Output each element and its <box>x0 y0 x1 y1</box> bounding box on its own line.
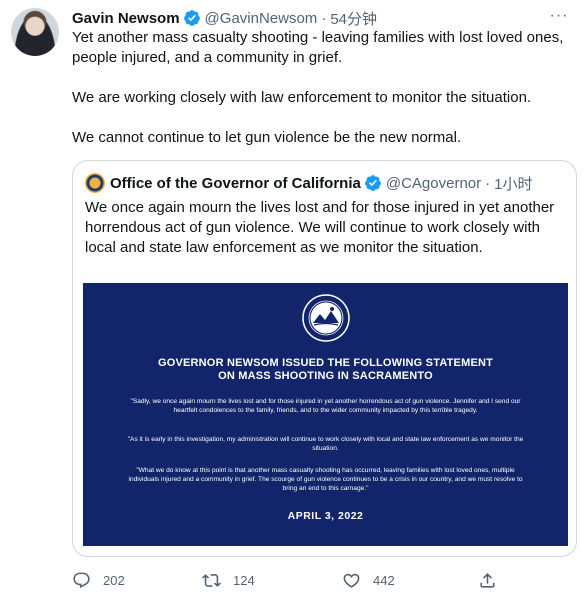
statement-date: APRIL 3, 2022 <box>287 510 364 522</box>
more-options-button[interactable]: ··· <box>547 6 571 26</box>
retweet-count: 124 <box>233 572 255 588</box>
statement-paragraph-1: "Sadly, we once again mourn the lives lo… <box>130 398 521 414</box>
tweet-paragraph-2: We are working closely with law enforcem… <box>72 89 532 106</box>
tweet-paragraph-3: We cannot continue to let gun violence b… <box>72 129 462 146</box>
retweet-button[interactable]: 124 <box>202 571 255 590</box>
verified-badge-icon <box>183 10 200 26</box>
author-avatar[interactable] <box>11 8 59 56</box>
statement-paragraph-3: "What we do know at this point is that a… <box>128 467 523 492</box>
reply-icon <box>73 572 90 588</box>
separator: · <box>321 9 327 27</box>
quoted-author-handle[interactable]: @CAgovernor <box>386 175 481 192</box>
heart-icon <box>343 573 360 588</box>
like-count: 442 <box>373 572 395 588</box>
statement-title: GOVERNOR NEWSOM ISSUED THE FOLLOWING STA… <box>83 357 568 383</box>
quoted-author-avatar[interactable] <box>85 173 105 193</box>
retweet-icon <box>202 573 221 587</box>
tweet-paragraph-1: Yet another mass casualty shooting - lea… <box>72 29 564 66</box>
tweet-text: Yet another mass casualty shooting - lea… <box>72 28 572 148</box>
california-seal-icon <box>302 294 350 342</box>
reply-count: 202 <box>103 572 125 588</box>
quoted-tweet-header: Office of the Governor of California @CA… <box>85 173 532 193</box>
author-name[interactable]: Gavin Newsom <box>72 10 180 27</box>
statement-title-line-1: GOVERNOR NEWSOM ISSUED THE FOLLOWING STA… <box>157 357 494 369</box>
tweet-actions: 202 124 442 <box>72 570 502 590</box>
like-button[interactable]: 442 <box>342 571 395 590</box>
tweet-timestamp[interactable]: 54分钟 <box>330 8 377 29</box>
quoted-author-name[interactable]: Office of the Governor of California <box>110 175 361 192</box>
quoted-tweet-text: We once again mourn the lives lost and f… <box>85 199 555 256</box>
reply-button[interactable]: 202 <box>72 571 125 590</box>
quoted-tweet[interactable]: Office of the Governor of California @CA… <box>72 160 577 557</box>
verified-badge-icon <box>364 175 381 191</box>
statement-paragraph-2: "As it is early in this investigation, m… <box>127 436 524 452</box>
share-button[interactable] <box>478 571 509 590</box>
share-icon <box>480 572 495 588</box>
tweet-header: Gavin Newsom @GavinNewsom · 54分钟 <box>72 8 377 28</box>
statement-title-line-2: ON MASS SHOOTING IN SACRAMENTO <box>218 370 433 382</box>
author-handle[interactable]: @GavinNewsom <box>205 10 318 27</box>
quoted-tweet-timestamp[interactable]: 1小时 <box>494 173 532 194</box>
statement-image[interactable]: GOVERNOR NEWSOM ISSUED THE FOLLOWING STA… <box>83 283 568 546</box>
separator: · <box>485 174 491 192</box>
